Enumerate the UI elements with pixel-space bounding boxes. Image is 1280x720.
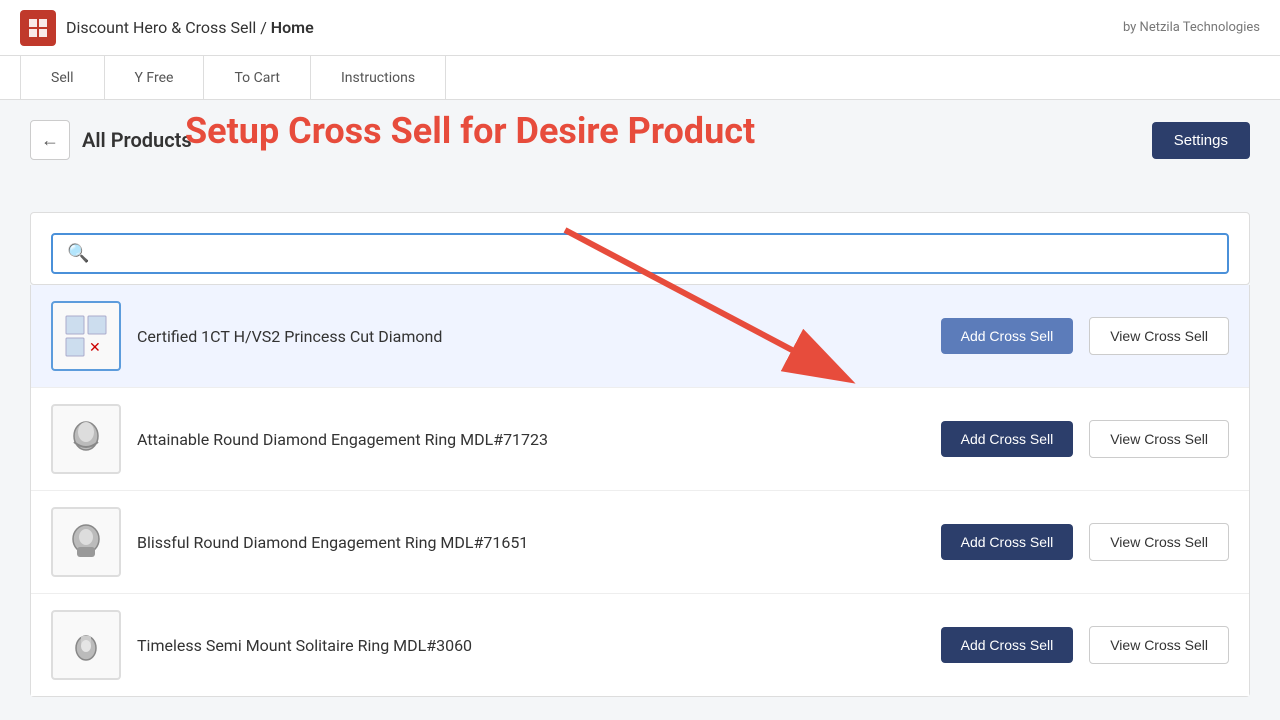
header-left: Discount Hero & Cross Sell / Home bbox=[20, 10, 314, 46]
settings-button[interactable]: Settings bbox=[1152, 122, 1250, 159]
app-logo bbox=[20, 10, 56, 46]
products-list: ✕ Certified 1CT H/VS2 Princess Cut Diamo… bbox=[30, 285, 1250, 697]
view-cross-sell-button-4[interactable]: View Cross Sell bbox=[1089, 626, 1229, 664]
table-row: Blissful Round Diamond Engagement Ring M… bbox=[31, 491, 1249, 594]
table-row: Timeless Semi Mount Solitaire Ring MDL#3… bbox=[31, 594, 1249, 696]
search-input[interactable] bbox=[97, 245, 1213, 262]
svg-text:✕: ✕ bbox=[89, 340, 101, 356]
tab-sell[interactable]: Sell bbox=[20, 56, 105, 100]
product-name-2: Attainable Round Diamond Engagement Ring… bbox=[137, 430, 925, 449]
tab-instructions[interactable]: Instructions bbox=[311, 56, 446, 100]
content-area: Setup Cross Sell for Desire Product ← Al… bbox=[0, 100, 1280, 717]
product-image-3 bbox=[51, 507, 121, 577]
product-name-1: Certified 1CT H/VS2 Princess Cut Diamond bbox=[137, 327, 925, 346]
back-button[interactable]: ← bbox=[30, 120, 70, 160]
header-by: by Netzila Technologies bbox=[1123, 20, 1260, 35]
page-wrapper: Discount Hero & Cross Sell / Home by Net… bbox=[0, 0, 1280, 720]
product-name-3: Blissful Round Diamond Engagement Ring M… bbox=[137, 533, 925, 552]
table-row: Attainable Round Diamond Engagement Ring… bbox=[31, 388, 1249, 491]
view-cross-sell-button-3[interactable]: View Cross Sell bbox=[1089, 523, 1229, 561]
view-cross-sell-button-2[interactable]: View Cross Sell bbox=[1089, 420, 1229, 458]
add-cross-sell-button-1[interactable]: Add Cross Sell bbox=[941, 318, 1074, 354]
product-image-2 bbox=[51, 404, 121, 474]
product-image-1: ✕ bbox=[51, 301, 121, 371]
search-container: 🔍 bbox=[30, 212, 1250, 285]
page-top-row: ← All Products Settings bbox=[30, 120, 1250, 160]
tab-to-cart[interactable]: To Cart bbox=[204, 56, 311, 100]
header: Discount Hero & Cross Sell / Home by Net… bbox=[0, 0, 1280, 56]
header-title: Discount Hero & Cross Sell / Home bbox=[66, 18, 314, 37]
search-box: 🔍 bbox=[51, 233, 1229, 274]
add-cross-sell-button-4[interactable]: Add Cross Sell bbox=[941, 627, 1074, 663]
tab-y-free[interactable]: Y Free bbox=[105, 56, 205, 100]
product-image-4 bbox=[51, 610, 121, 680]
page-title: All Products bbox=[82, 128, 192, 152]
search-icon: 🔍 bbox=[67, 243, 89, 264]
product-name-4: Timeless Semi Mount Solitaire Ring MDL#3… bbox=[137, 636, 925, 655]
nav-tabs: Sell Y Free To Cart Instructions bbox=[0, 56, 1280, 100]
add-cross-sell-button-3[interactable]: Add Cross Sell bbox=[941, 524, 1074, 560]
view-cross-sell-button-1[interactable]: View Cross Sell bbox=[1089, 317, 1229, 355]
table-row: ✕ Certified 1CT H/VS2 Princess Cut Diamo… bbox=[31, 285, 1249, 388]
add-cross-sell-button-2[interactable]: Add Cross Sell bbox=[941, 421, 1074, 457]
